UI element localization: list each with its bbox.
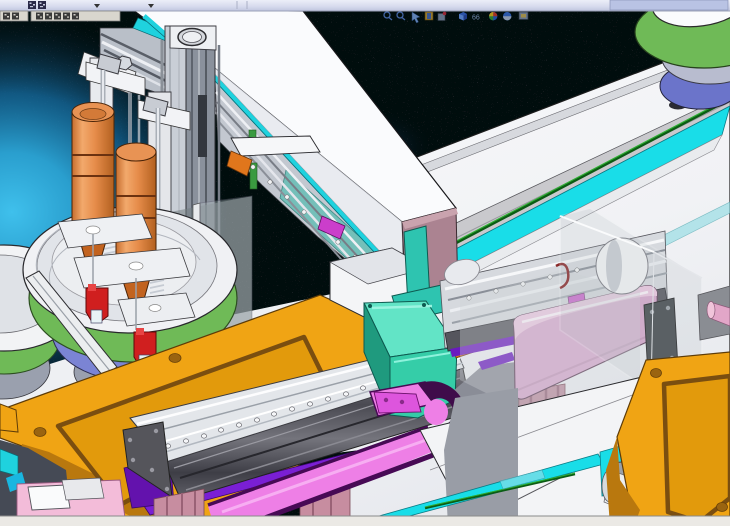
svg-text:66: 66 (472, 15, 480, 22)
